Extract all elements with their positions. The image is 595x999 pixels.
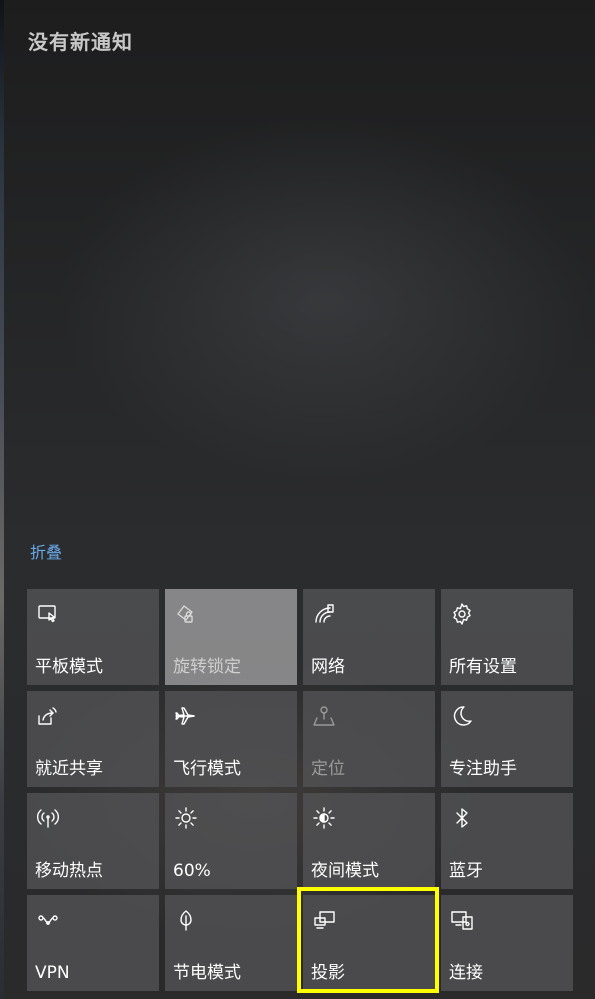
tile-airplane-mode[interactable]: 飞行模式 (165, 691, 297, 787)
vpn-icon (35, 907, 61, 933)
nearby-share-icon (35, 703, 61, 729)
tile-location[interactable]: 定位 (303, 691, 435, 787)
tile-label: 60% (173, 861, 211, 881)
network-icon (311, 601, 337, 627)
tile-label: 专注助手 (449, 759, 517, 779)
tile-mobile-hotspot[interactable]: 移动热点 (27, 793, 159, 889)
rotation-lock-icon (173, 601, 199, 627)
project-icon (311, 907, 337, 933)
airplane-icon (173, 703, 199, 729)
location-icon (311, 703, 337, 729)
tile-tablet-mode[interactable]: 平板模式 (27, 589, 159, 685)
tile-nearby-share[interactable]: 就近共享 (27, 691, 159, 787)
tile-label: 旋转锁定 (173, 657, 241, 677)
tile-focus-assist[interactable]: 专注助手 (441, 691, 573, 787)
tile-connect[interactable]: 连接 (441, 895, 573, 991)
tile-label: 节电模式 (173, 963, 241, 983)
tile-bluetooth[interactable]: 蓝牙 (441, 793, 573, 889)
tile-label: 所有设置 (449, 657, 517, 677)
connect-icon (449, 907, 475, 933)
tile-label: 飞行模式 (173, 759, 241, 779)
tile-rotation-lock[interactable]: 旋转锁定 (165, 589, 297, 685)
tile-all-settings[interactable]: 所有设置 (441, 589, 573, 685)
tile-label: 夜间模式 (311, 861, 379, 881)
tile-battery-saver[interactable]: 节电模式 (165, 895, 297, 991)
tile-brightness[interactable]: 60% (165, 793, 297, 889)
tile-network[interactable]: 网络 (303, 589, 435, 685)
battery-saver-icon (173, 907, 199, 933)
tile-project[interactable]: 投影 (303, 895, 435, 991)
quick-actions-grid: 平板模式 旋转锁定 网络 所有设置 就近共享 飞行模式 定位 专注助手 移动热点… (4, 0, 595, 999)
tile-vpn[interactable]: VPN (27, 895, 159, 991)
tile-label: 网络 (311, 657, 345, 677)
tile-label: 连接 (449, 963, 483, 983)
moon-icon (449, 703, 475, 729)
tile-label: 就近共享 (35, 759, 103, 779)
tile-label: 移动热点 (35, 861, 103, 881)
brightness-icon (173, 805, 199, 831)
gear-icon (449, 601, 475, 627)
tablet-mode-icon (35, 601, 61, 627)
tile-label: VPN (35, 963, 70, 983)
tile-label: 投影 (311, 963, 345, 983)
night-light-icon (311, 805, 337, 831)
bluetooth-icon (449, 805, 475, 831)
tile-label: 蓝牙 (449, 861, 483, 881)
hotspot-icon (35, 805, 61, 831)
tile-label: 定位 (311, 759, 345, 779)
tile-label: 平板模式 (35, 657, 103, 677)
tile-night-light[interactable]: 夜间模式 (303, 793, 435, 889)
action-center-panel: 没有新通知 折叠 平板模式 旋转锁定 网络 所有设置 就近共享 飞行模式 定位 … (4, 0, 595, 999)
